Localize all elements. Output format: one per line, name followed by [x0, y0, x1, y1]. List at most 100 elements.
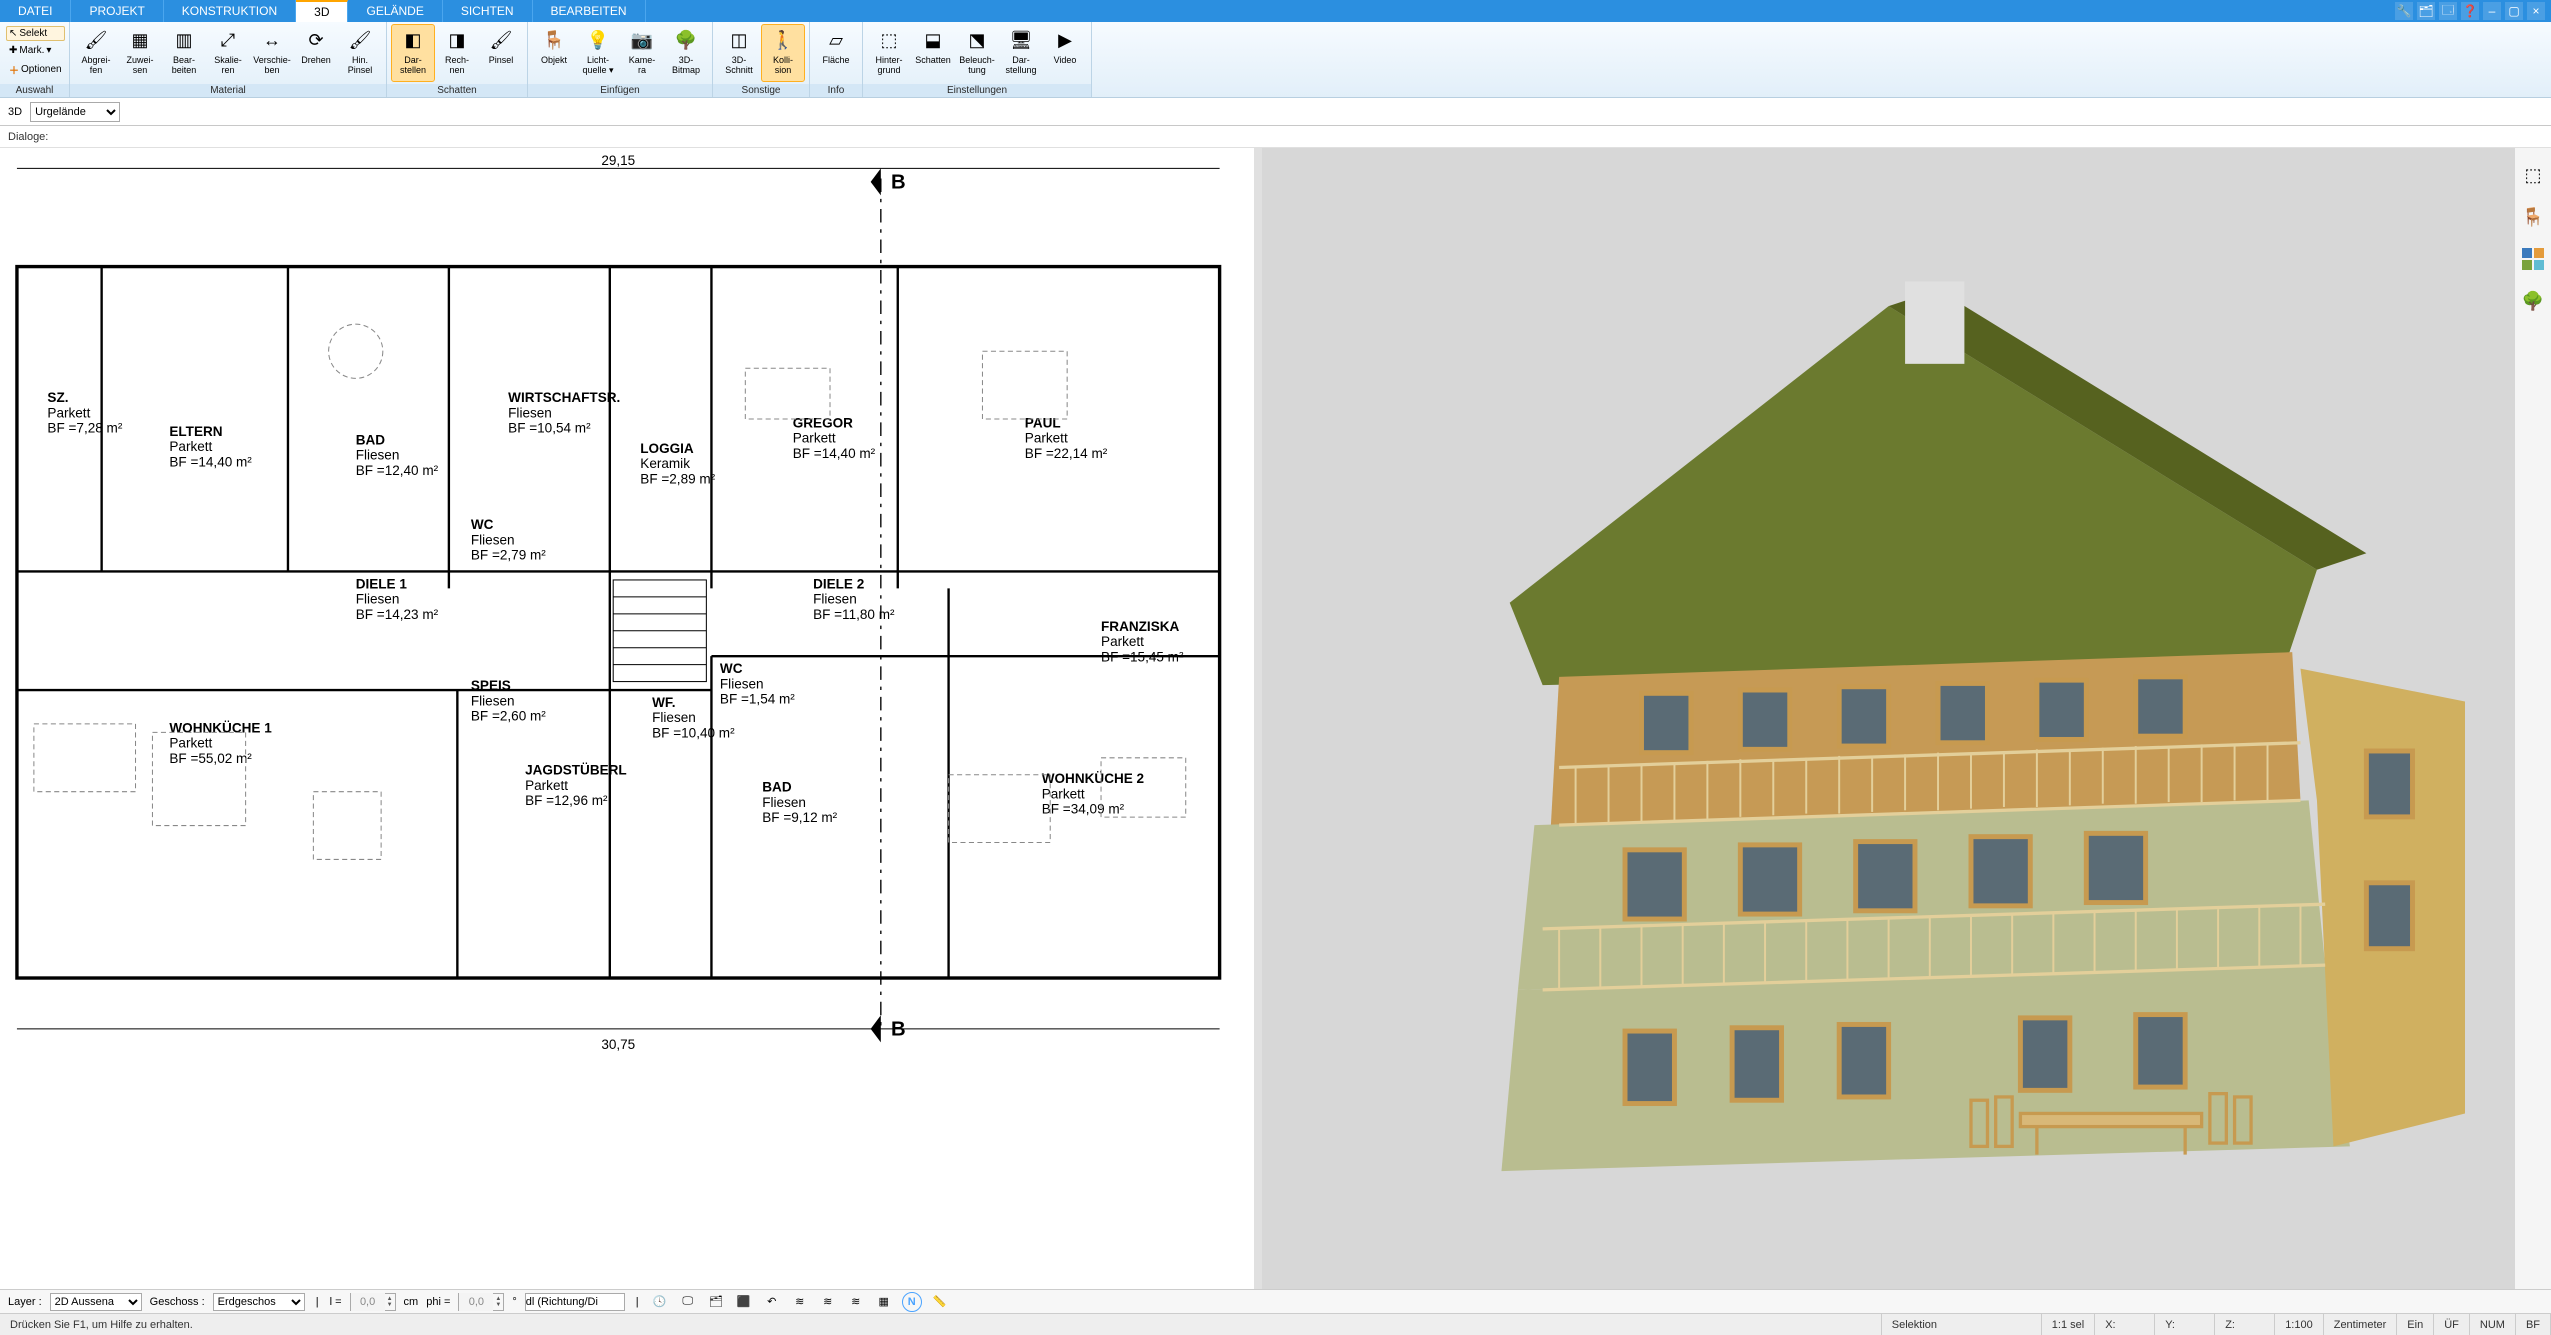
- einstellungen-label-3: Dar- stellung: [1005, 55, 1036, 75]
- optionen-tool[interactable]: ＋Optionen: [6, 60, 65, 79]
- material-btn-0[interactable]: 🖌Abgrei- fen: [74, 24, 118, 82]
- einfuegen-icon-3: 🌳: [673, 27, 699, 53]
- material-btn-5[interactable]: ⟳Drehen: [294, 24, 338, 82]
- tab-projekt[interactable]: PROJEKT: [71, 0, 163, 22]
- einfuegen-icon-2: 📷: [629, 27, 655, 53]
- layer-select[interactable]: 2D Aussena: [50, 1293, 142, 1311]
- tab-bearbeiten[interactable]: BEARBEITEN: [533, 0, 646, 22]
- room-label: WOHNKÜCHE 2ParkettBF =34,09 m²: [1042, 771, 1144, 816]
- room-label: GREGORParkettBF =14,40 m²: [793, 415, 876, 460]
- schatten-btn-2[interactable]: 🖌Pinsel: [479, 24, 523, 82]
- room-label: LOGGIAKeramikBF =2,89 m²: [640, 441, 715, 486]
- mark-tool[interactable]: ✚ Mark. ▾: [6, 43, 65, 58]
- undo-icon[interactable]: ↶: [762, 1292, 782, 1312]
- einstellungen-icon-3: 🖥: [1008, 27, 1034, 53]
- material-btn-4[interactable]: ↔Verschie- ben: [250, 24, 294, 82]
- tab-gelaende[interactable]: GELÄNDE: [348, 0, 442, 22]
- tool-icon[interactable]: 🔧: [2395, 2, 2413, 20]
- schatten-btn-0[interactable]: ◧Dar- stellen: [391, 24, 435, 82]
- material-btn-3[interactable]: ⤢Skalie- ren: [206, 24, 250, 82]
- clock-icon[interactable]: 🕓: [650, 1292, 670, 1312]
- layers2-icon[interactable]: 🗂: [706, 1292, 726, 1312]
- layers-icon[interactable]: ⬚: [2520, 162, 2546, 188]
- room-label: DIELE 2FliesenBF =11,80 m²: [813, 576, 895, 621]
- floorplan-pane[interactable]: 29,15 B: [0, 148, 1254, 1289]
- close-icon[interactable]: ×: [2527, 2, 2545, 20]
- sonstige-btn-0[interactable]: ◫3D- Schnitt: [717, 24, 761, 82]
- grid-icon[interactable]: ▦: [874, 1292, 894, 1312]
- svg-text:30,75: 30,75: [601, 1037, 635, 1052]
- info-label-0: Fläche: [822, 55, 849, 65]
- material-icon-0: 🖌: [83, 27, 109, 53]
- stack-icon[interactable]: ≋: [790, 1292, 810, 1312]
- help-icon[interactable]: ❓: [2461, 2, 2479, 20]
- einstellungen-btn-3[interactable]: 🖥Dar- stellung: [999, 24, 1043, 82]
- group-einstellungen: Einstellungen: [863, 84, 1091, 97]
- einstellungen-btn-1[interactable]: ⬓Schatten: [911, 24, 955, 82]
- room-label: WIRTSCHAFTSR.FliesenBF =10,54 m²: [508, 390, 620, 435]
- furniture-icon[interactable]: 🪑: [2520, 204, 2546, 230]
- tree-icon[interactable]: 🌳: [2520, 288, 2546, 314]
- cube-icon[interactable]: ⬛: [734, 1292, 754, 1312]
- material-label-5: Drehen: [301, 55, 331, 65]
- geschoss-select[interactable]: Erdgeschos: [213, 1293, 305, 1311]
- einstellungen-icon-1: ⬓: [920, 27, 946, 53]
- 3d-view-pane[interactable]: [1262, 148, 2516, 1289]
- window-icon[interactable]: 🗔: [2439, 2, 2457, 20]
- schatten-btn-1[interactable]: ◨Rech- nen: [435, 24, 479, 82]
- einfuegen-btn-3[interactable]: 🌳3D- Bitmap: [664, 24, 708, 82]
- svg-text:B: B: [891, 172, 906, 194]
- ribbon: ↖ Selekt ✚ Mark. ▾ ＋Optionen Auswahl 🖌Ab…: [0, 22, 2551, 98]
- einfuegen-btn-1[interactable]: 💡Licht- quelle ▾: [576, 24, 620, 82]
- room-label: ELTERNParkettBF =14,40 m²: [169, 424, 252, 469]
- sonstige-btn-1[interactable]: 🚶Kolli- sion: [761, 24, 805, 82]
- einfuegen-btn-0[interactable]: 🪑Objekt: [532, 24, 576, 82]
- selekt-tool[interactable]: ↖ Selekt: [6, 26, 65, 41]
- view-subbar: 3D Urgelände: [0, 98, 2551, 126]
- material-btn-1[interactable]: ▦Zuwei- sen: [118, 24, 162, 82]
- tab-3d[interactable]: 3D: [296, 0, 348, 22]
- l-input[interactable]: ▲▼: [350, 1293, 396, 1311]
- status-unit: Zentimeter: [2324, 1314, 2398, 1335]
- status-help: Drücken Sie F1, um Hilfe zu erhalten.: [0, 1314, 1882, 1335]
- room-label: BADFliesenBF =9,12 m²: [762, 780, 837, 825]
- room-label: WCFliesenBF =2,79 m²: [471, 517, 546, 562]
- stack2-icon[interactable]: ≋: [818, 1292, 838, 1312]
- folder-icon[interactable]: 🗂: [2417, 2, 2435, 20]
- material-btn-2[interactable]: ▥Bear- beiten: [162, 24, 206, 82]
- einstellungen-btn-2[interactable]: ⬔Beleuch- tung: [955, 24, 999, 82]
- room-label: WOHNKÜCHE 1ParkettBF =55,02 m²: [169, 720, 272, 765]
- room-label: WCFliesenBF =1,54 m²: [720, 661, 795, 706]
- tab-sichten[interactable]: SICHTEN: [443, 0, 533, 22]
- einfuegen-label-0: Objekt: [541, 55, 567, 65]
- terrain-select[interactable]: Urgelände: [30, 102, 120, 122]
- dl-input[interactable]: [525, 1293, 625, 1311]
- einstellungen-label-4: Video: [1054, 55, 1077, 65]
- stack3-icon[interactable]: ≋: [846, 1292, 866, 1312]
- maximize-icon[interactable]: ▢: [2505, 2, 2523, 20]
- screen-icon[interactable]: 🖵: [678, 1292, 698, 1312]
- einstellungen-icon-2: ⬔: [964, 27, 990, 53]
- ruler-icon[interactable]: 📏: [930, 1292, 950, 1312]
- einfuegen-btn-2[interactable]: 📷Kame- ra: [620, 24, 664, 82]
- group-info: Info: [810, 84, 862, 97]
- sonstige-label-1: Kolli- sion: [773, 55, 793, 75]
- tab-datei[interactable]: DATEI: [0, 0, 71, 22]
- group-material: Material: [70, 84, 386, 97]
- north-icon[interactable]: N: [902, 1292, 922, 1312]
- einfuegen-label-2: Kame- ra: [629, 55, 656, 75]
- status-y: Y:: [2155, 1314, 2215, 1335]
- einstellungen-btn-0[interactable]: ⬚Hinter- grund: [867, 24, 911, 82]
- phi-input[interactable]: ▲▼: [458, 1293, 504, 1311]
- status-scale: 1:100: [2275, 1314, 2324, 1335]
- palette-icon[interactable]: [2520, 246, 2546, 272]
- pane-splitter[interactable]: [1254, 148, 1262, 1289]
- info-btn-0[interactable]: ▱Fläche: [814, 24, 858, 82]
- deg-label: °: [512, 1296, 516, 1308]
- material-btn-6[interactable]: 🖌Hin. Pinsel: [338, 24, 382, 82]
- tab-konstruktion[interactable]: KONSTRUKTION: [164, 0, 296, 22]
- geschoss-label: Geschoss :: [150, 1296, 205, 1308]
- minimize-icon[interactable]: –: [2483, 2, 2501, 20]
- status-ratio: 1:1 sel: [2042, 1314, 2095, 1335]
- einstellungen-btn-4[interactable]: ▶Video: [1043, 24, 1087, 82]
